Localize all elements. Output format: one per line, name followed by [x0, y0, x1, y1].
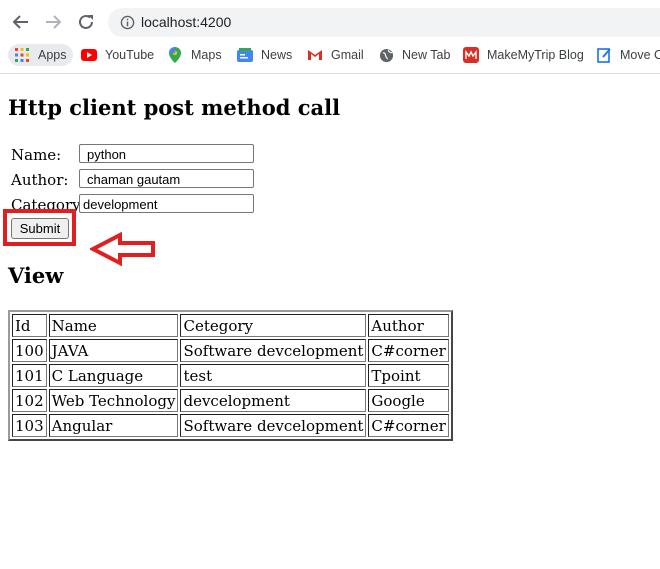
browser-toolbar: localhost:4200: [0, 0, 660, 44]
table-cell: devcelopment: [180, 389, 367, 412]
globe-icon: [378, 47, 394, 63]
table-cell: Web Technology: [48, 389, 179, 412]
table-row: 101 C Language test Tpoint: [12, 364, 449, 387]
info-icon[interactable]: [120, 15, 135, 34]
maps-icon: [167, 47, 183, 63]
reload-button[interactable]: [73, 9, 99, 35]
category-input[interactable]: development: [79, 194, 254, 213]
bookmark-new-tab[interactable]: New Tab: [378, 44, 450, 66]
bookmark-label: Maps: [191, 48, 222, 62]
back-button[interactable]: [8, 9, 34, 35]
reload-icon: [79, 14, 93, 29]
address-bar[interactable]: localhost:4200: [108, 8, 660, 37]
table-cell: C#corner: [368, 414, 449, 437]
column-header: Id: [12, 314, 47, 337]
bookmark-label: News: [261, 48, 293, 62]
makemytrip-icon: [463, 47, 479, 63]
bookmark-news[interactable]: News: [237, 44, 292, 66]
gmail-icon: [307, 47, 323, 63]
bookmark-maps[interactable]: Maps: [167, 44, 222, 66]
table-cell: JAVA: [48, 339, 179, 362]
table-cell: 100: [12, 339, 47, 362]
table-cell: Software devcelopment: [180, 414, 367, 437]
table-cell: 101: [12, 364, 47, 387]
back-arrow-icon: [12, 15, 28, 29]
bookmarks-bar: Apps YouTube Maps News Gmail New Tab Mak…: [0, 40, 660, 70]
left-arrow-annotation-icon: [90, 232, 155, 266]
chrome-divider: [0, 73, 660, 74]
table-cell: Angular: [48, 414, 179, 437]
table-cell: Software devcelopment: [180, 339, 367, 362]
page-title: Http client post method call: [8, 95, 341, 120]
data-table: Id Name Cetegory Author 100 JAVA Softwar…: [8, 310, 453, 441]
table-cell: Google: [368, 389, 449, 412]
column-header: Cetegory: [180, 314, 367, 337]
table-cell: 102: [12, 389, 47, 412]
name-input[interactable]: python: [79, 144, 254, 163]
bookmark-makemytrip[interactable]: MakeMyTrip Blog: [463, 44, 584, 66]
bookmark-gmail[interactable]: Gmail: [307, 44, 364, 66]
forward-arrow-icon: [46, 15, 62, 29]
bookmark-label: Apps: [38, 48, 67, 62]
bookmark-label: Move C: [620, 48, 660, 62]
table-cell: C Language: [48, 364, 179, 387]
view-heading: View: [8, 263, 64, 288]
bookmark-label: Gmail: [331, 48, 364, 62]
bookmark-label: MakeMyTrip Blog: [487, 48, 584, 62]
highlight-box: [3, 209, 76, 246]
author-label: Author:: [11, 171, 69, 189]
table-cell: 103: [12, 414, 47, 437]
news-icon: [237, 47, 253, 63]
bookmark-label: New Tab: [402, 48, 451, 62]
table-row: 103 Angular Software devcelopment C#corn…: [12, 414, 449, 437]
url-text: localhost:4200: [141, 14, 232, 30]
table-row: 102 Web Technology devcelopment Google: [12, 389, 449, 412]
bookmark-page-icon: [596, 47, 612, 63]
table-header-row: Id Name Cetegory Author: [12, 314, 449, 337]
bookmark-label: YouTube: [105, 48, 155, 62]
table-cell: test: [180, 364, 367, 387]
bookmark-apps[interactable]: Apps: [8, 44, 73, 66]
name-label: Name:: [11, 146, 62, 164]
table-row: 100 JAVA Software devcelopment C#corner: [12, 339, 449, 362]
bookmark-move[interactable]: Move C: [596, 44, 660, 66]
youtube-icon: [81, 47, 97, 63]
bookmark-youtube[interactable]: YouTube: [81, 44, 154, 66]
column-header: Author: [368, 314, 449, 337]
table-cell: Tpoint: [368, 364, 449, 387]
apps-grid-icon: [14, 47, 30, 63]
author-input[interactable]: chaman gautam: [79, 169, 254, 188]
table-cell: C#corner: [368, 339, 449, 362]
forward-button[interactable]: [40, 9, 66, 35]
column-header: Name: [48, 314, 179, 337]
